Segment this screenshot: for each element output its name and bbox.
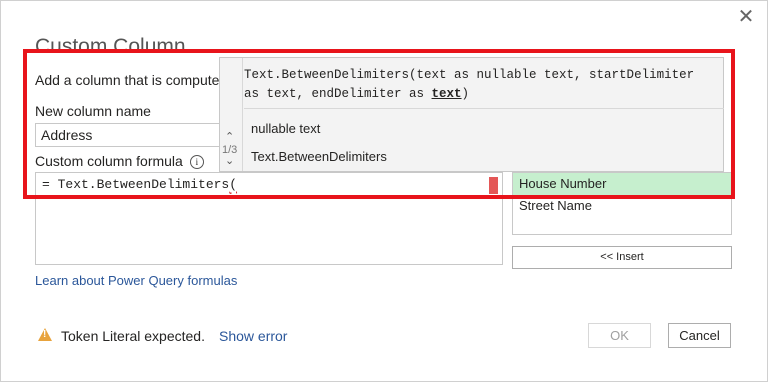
new-column-name-label: New column name bbox=[35, 103, 151, 119]
show-error-link[interactable]: Show error bbox=[219, 328, 287, 344]
overload-navigator: ⌃ 1/3 ⌄ bbox=[220, 58, 243, 171]
learn-formulas-link[interactable]: Learn about Power Query formulas bbox=[35, 273, 237, 288]
divider bbox=[244, 108, 724, 109]
column-item-street-name[interactable]: Street Name bbox=[513, 195, 731, 217]
formula-code: = Text.BetweenDelimiters bbox=[42, 177, 230, 192]
chevron-down-icon[interactable]: ⌄ bbox=[225, 154, 234, 167]
error-marker bbox=[489, 177, 498, 194]
close-icon[interactable]: ✕ bbox=[734, 5, 758, 29]
formula-paren: ( bbox=[229, 177, 238, 192]
custom-column-dialog: ✕ Custom Column Add a column that is com… bbox=[0, 0, 768, 382]
warning-icon bbox=[38, 328, 52, 341]
formula-editor[interactable]: = Text.BetweenDelimiters( bbox=[35, 172, 503, 265]
ok-button[interactable]: OK bbox=[588, 323, 651, 348]
function-name: Text.BetweenDelimiters bbox=[251, 149, 387, 164]
cancel-button[interactable]: Cancel bbox=[668, 323, 731, 348]
dialog-title: Custom Column bbox=[35, 35, 186, 58]
info-icon[interactable]: i bbox=[189, 155, 204, 169]
error-message: Token Literal expected. bbox=[61, 328, 205, 344]
formula-label-text: Custom column formula bbox=[35, 153, 183, 169]
insert-button[interactable]: << Insert bbox=[512, 246, 732, 269]
signature-close: ) bbox=[461, 87, 470, 101]
chevron-up-icon[interactable]: ⌃ bbox=[225, 130, 234, 143]
column-item-house-number[interactable]: House Number bbox=[513, 173, 731, 195]
function-signature: Text.BetweenDelimiters(text as nullable … bbox=[244, 66, 716, 106]
intellisense-popup: ⌃ 1/3 ⌄ Text.BetweenDelimiters(text as n… bbox=[219, 57, 724, 172]
available-columns-list[interactable]: House Number Street Name bbox=[512, 172, 732, 235]
current-parameter: text bbox=[431, 87, 462, 101]
formula-text: = Text.BetweenDelimiters( bbox=[42, 177, 237, 192]
formula-label: Custom column formula i bbox=[35, 153, 204, 169]
parameter-type: nullable text bbox=[251, 121, 321, 136]
